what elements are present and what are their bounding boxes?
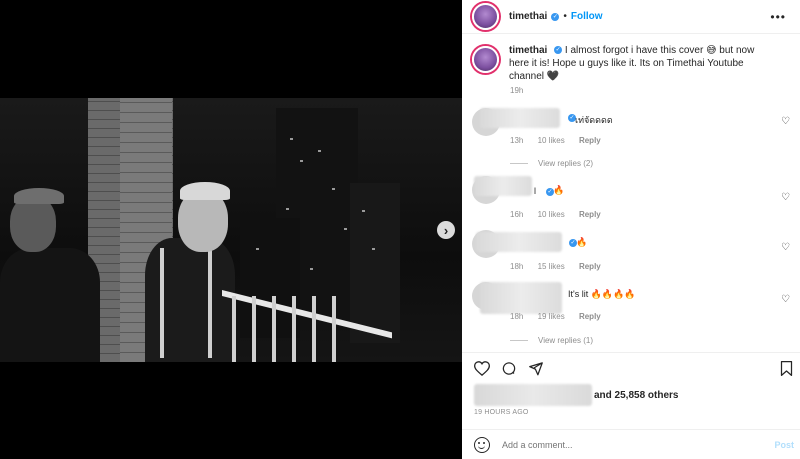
building-window bbox=[362, 210, 365, 212]
verified-badge-icon: ✓ bbox=[554, 46, 563, 55]
comment-time: 13h bbox=[510, 136, 524, 145]
next-slide-button[interactable]: › bbox=[437, 221, 455, 239]
comment-meta: 18h 15 likes Reply bbox=[510, 262, 613, 271]
railing-bar bbox=[332, 296, 336, 362]
building-window bbox=[318, 150, 321, 152]
reflection-head bbox=[10, 196, 56, 252]
caption-text-block: timethai ✓ I almost forgot i have this c… bbox=[509, 44, 777, 83]
heart-icon[interactable] bbox=[473, 361, 491, 379]
person-cap bbox=[180, 182, 230, 200]
comment-text: เท่จัดดดด bbox=[575, 115, 613, 125]
building-window bbox=[290, 138, 293, 140]
fire-icon: 🔥 bbox=[553, 185, 565, 195]
caption-username[interactable]: timethai bbox=[509, 45, 547, 56]
blurred-username bbox=[474, 176, 532, 196]
emoji-icon[interactable] bbox=[474, 436, 490, 453]
reply-button[interactable]: Reply bbox=[579, 312, 601, 321]
reflection-cap bbox=[14, 188, 64, 204]
comment-icon[interactable] bbox=[501, 361, 517, 379]
comment-likes[interactable]: 10 likes bbox=[538, 136, 565, 145]
railing-bar bbox=[312, 296, 316, 362]
caption-time: 19h bbox=[510, 86, 524, 95]
comment-like-heart-icon[interactable]: ♡ bbox=[781, 116, 790, 127]
post-timestamp: 19 HOURS AGO bbox=[474, 409, 529, 416]
likes-count-text[interactable]: and 25,858 others bbox=[594, 390, 678, 401]
building-window bbox=[300, 160, 303, 162]
jacket-stripe bbox=[160, 248, 164, 358]
building-window bbox=[256, 248, 259, 250]
post-header: timethai ✓ • Follow ••• bbox=[462, 0, 800, 34]
media-pane: › bbox=[0, 0, 462, 459]
railing-bar bbox=[252, 296, 256, 362]
fire-icon: 🔥 bbox=[576, 237, 588, 247]
post-caption: timethai ✓ I almost forgot i have this c… bbox=[472, 44, 790, 83]
building-window bbox=[372, 248, 375, 250]
post-side-panel: timethai ✓ • Follow ••• timethai ✓ I alm… bbox=[462, 0, 800, 459]
comment-meta: 18h 19 likes Reply bbox=[510, 312, 613, 321]
post-comment-button[interactable]: Post bbox=[774, 440, 794, 450]
railing-top bbox=[222, 290, 392, 339]
building-window bbox=[344, 228, 347, 230]
reply-button[interactable]: Reply bbox=[579, 210, 601, 219]
railing-bar bbox=[292, 296, 296, 362]
blurred-liker-names bbox=[474, 384, 592, 406]
reply-button[interactable]: Reply bbox=[579, 136, 601, 145]
chevron-right-icon: › bbox=[443, 222, 449, 238]
view-replies-button[interactable]: View replies (1) bbox=[510, 336, 593, 345]
likes-summary[interactable]: and 25,858 others bbox=[474, 384, 678, 406]
more-options-icon[interactable]: ••• bbox=[770, 10, 786, 24]
jacket-stripe bbox=[208, 248, 212, 358]
blurred-username bbox=[476, 232, 562, 252]
bookmark-icon[interactable] bbox=[780, 361, 793, 379]
comment-item: l ✓ 🔥 ♡ 16h 10 likes Reply bbox=[472, 176, 790, 220]
reflection-body bbox=[0, 248, 100, 362]
separator-dot: • bbox=[563, 11, 567, 22]
add-comment-bar: Post bbox=[462, 429, 800, 459]
comment-like-heart-icon[interactable]: ♡ bbox=[781, 242, 790, 253]
author-username[interactable]: timethai bbox=[509, 11, 547, 22]
author-avatar[interactable] bbox=[472, 3, 499, 30]
railing-bar bbox=[272, 296, 276, 362]
balcony-railing bbox=[222, 290, 392, 362]
comment-likes[interactable]: 19 likes bbox=[538, 312, 565, 321]
post-photo[interactable] bbox=[0, 98, 462, 362]
comment-likes[interactable]: 15 likes bbox=[538, 262, 565, 271]
comment-input[interactable] bbox=[502, 439, 752, 450]
comment-time: 18h bbox=[510, 262, 524, 271]
comment-text: It's lit 🔥🔥🔥🔥 bbox=[568, 289, 636, 299]
building-window bbox=[332, 188, 335, 190]
caption-avatar[interactable] bbox=[472, 46, 499, 73]
comment-meta: 16h 10 likes Reply bbox=[510, 210, 613, 219]
comment-item: ✓ เท่จัดดดด ♡ 13h 10 likes Reply View re… bbox=[472, 108, 790, 168]
view-replies-button[interactable]: View replies (2) bbox=[510, 159, 593, 168]
building-window bbox=[286, 208, 289, 210]
follow-button[interactable]: Follow bbox=[571, 11, 603, 22]
reply-button[interactable]: Reply bbox=[579, 262, 601, 271]
comment-meta: 13h 10 likes Reply bbox=[510, 136, 613, 145]
blurred-username bbox=[480, 282, 562, 314]
comment-time: 18h bbox=[510, 312, 524, 321]
comment-item: It's lit 🔥🔥🔥🔥 ♡ 18h 19 likes Reply View … bbox=[472, 282, 790, 346]
comment-like-heart-icon[interactable]: ♡ bbox=[781, 294, 790, 305]
railing-bar bbox=[232, 296, 236, 362]
verified-badge-icon: ✓ bbox=[551, 12, 560, 21]
share-icon[interactable] bbox=[528, 361, 544, 379]
comment-item: ✓ 🔥 ♡ 18h 15 likes Reply bbox=[472, 230, 790, 274]
blurred-username bbox=[480, 108, 560, 128]
comment-like-heart-icon[interactable]: ♡ bbox=[781, 192, 790, 203]
comment-likes[interactable]: 10 likes bbox=[538, 210, 565, 219]
comment-time: 16h bbox=[510, 210, 524, 219]
comment-text: l bbox=[534, 186, 536, 196]
building-window bbox=[310, 268, 313, 270]
post-actions-bar bbox=[462, 352, 800, 382]
